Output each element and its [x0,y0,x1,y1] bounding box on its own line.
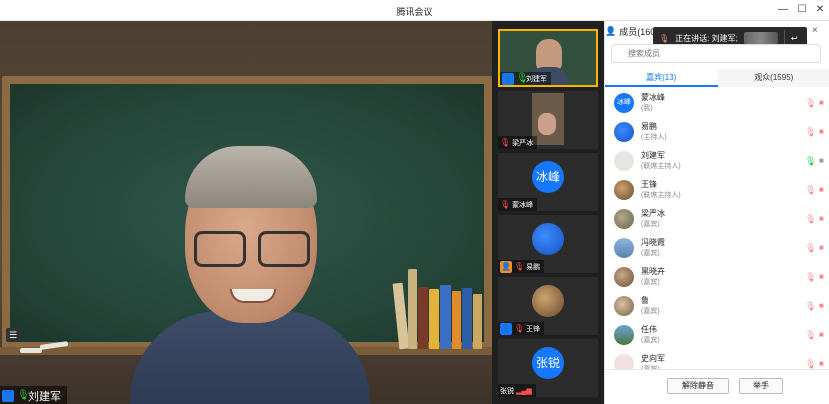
camera-icon[interactable]: ■ [819,156,824,165]
user-icon: 👤 [2,390,14,402]
thumbnail-name: 刘建军 [526,75,547,83]
unmute-all-button[interactable]: 解除静音 [667,378,729,394]
camera-off-icon[interactable]: ■ [819,214,824,223]
speaker-figure [130,141,370,404]
mic-muted-icon: 🎙 [500,200,511,209]
tab-guests[interactable]: 嘉宾(13) [605,69,718,87]
member-tabs: 嘉宾(13) 观众(1595) [605,69,829,87]
speaker-name: 刘建军 [28,391,61,403]
member-row[interactable]: 黑晓卉 (嘉宾) 🎙 ■ [605,263,829,292]
avatar [614,180,634,200]
mic-muted-icon[interactable]: 🎙 [805,243,816,254]
speaker-mic-icon: 🎙 [659,33,670,43]
camera-off-icon[interactable]: ■ [819,243,824,252]
mic-muted-icon[interactable]: 🎙 [805,330,816,341]
mic-muted-icon[interactable]: 🎙 [805,214,816,225]
window-title: 腾讯会议 [396,7,433,17]
title-bar: 腾讯会议 — ☐ ✕ [0,0,829,21]
mic-muted-icon: 🎙 [514,262,525,271]
panel-close-button[interactable]: × [812,25,818,36]
avatar: 冰峰 [532,161,564,193]
member-row[interactable]: 王锋 (联席主持人) 🎙 ■ [605,176,829,205]
user-icon: 👤 [502,72,514,85]
mic-muted-icon: 🎙 [514,324,525,333]
avatar: 张锐 [532,347,564,379]
member-row[interactable]: 冯晓霞 (嘉宾) 🎙 ■ [605,234,829,263]
avatar [614,238,634,258]
mic-muted-icon[interactable]: 🎙 [805,301,816,312]
search-input[interactable] [611,44,821,63]
thumbnail-tile[interactable]: 张锐 张锐 ▂▄▆ [498,339,598,397]
camera-off-icon[interactable]: ■ [819,359,824,368]
thumbnail-name: 梁严冰 [512,139,534,147]
mic-muted-icon[interactable]: 🎙 [805,127,816,138]
camera-off-icon[interactable]: ■ [819,272,824,281]
tab-audience[interactable]: 观众(1595) [718,69,829,87]
member-row[interactable]: 刘建军 (联席主持人) 🎙 ■ [605,147,829,176]
chalk [20,348,42,353]
thumbnail-tile[interactable]: 👤 🎙 刘建军 [498,29,598,87]
maximize-button[interactable]: ☐ [795,3,809,17]
member-panel: 👤 成员(1608 🎙 正在讲话: 刘建军; ↩ × 🔍 嘉宾(13) 观众(1… [604,21,829,404]
avatar [614,325,634,345]
mic-muted-icon[interactable]: 🎙 [805,98,816,109]
thumbnail-tile[interactable]: 🎙 梁严冰 [498,91,598,149]
camera-off-icon[interactable]: ■ [819,98,824,107]
main-video[interactable]: ☰ 👤 🎙 刘建军 [0,21,492,404]
member-row[interactable]: 任伟 (嘉宾) 🎙 ■ [605,321,829,350]
avatar [614,122,634,142]
mic-muted-icon: 🎙 [500,138,511,147]
avatar: 冰峰 [614,93,634,113]
speaker-label: 👤 🎙 刘建军 [0,386,67,404]
signal-icon: ▂▄▆ [516,387,532,395]
video-thumbnails: 👤 🎙 刘建军 🎙 梁严冰 冰峰 🎙 蒙冰峰 👤 🎙 易鹏 👤 🎙 王锋 张锐 … [492,21,604,404]
camera-off-icon[interactable]: ■ [819,301,824,310]
mic-icon: 🎙 [516,72,529,84]
member-row[interactable]: 鲁 (嘉宾) 🎙 ■ [605,292,829,321]
member-row[interactable]: 梁严冰 (嘉宾) 🎙 ■ [605,205,829,234]
thumbnail-name: 张锐 [500,387,514,395]
minimize-button[interactable]: — [776,3,790,17]
thumbnail-name: 王锋 [526,325,541,333]
panel-actions: 解除静音 举手 [605,369,829,404]
avatar [614,151,634,171]
close-button[interactable]: ✕ [813,3,827,17]
members-icon: 👤 [605,26,617,36]
thumbnail-tile[interactable]: 冰峰 🎙 蒙冰峰 [498,153,598,211]
panel-title: 👤 成员(1608 [605,26,661,37]
member-row[interactable]: 易鹏 (主持人) 🎙 ■ [605,118,829,147]
mic-muted-icon[interactable]: 🎙 [805,185,816,196]
mic-active-icon[interactable]: 🎙 [805,156,816,167]
books [392,267,486,350]
avatar [614,296,634,316]
thumbnail-tile[interactable]: 👤 🎙 王锋 [498,277,598,335]
member-list: 冰峰 蒙冰峰 (我) 🎙 ■ 易鹏 (主持人) 🎙 ■ 刘建军 (联席主持人) … [605,89,829,379]
collapse-icon[interactable]: ↩ [791,34,798,43]
camera-off-icon[interactable]: ■ [819,330,824,339]
user-icon: 👤 [500,260,512,273]
member-row[interactable]: 冰峰 蒙冰峰 (我) 🎙 ■ [605,89,829,118]
thumbnail-name: 易鹏 [526,263,541,271]
camera-off-icon[interactable]: ■ [819,127,824,136]
mic-icon: 🎙 [17,390,30,401]
list-icon[interactable]: ☰ [6,328,20,342]
mic-muted-icon[interactable]: 🎙 [805,272,816,283]
avatar [532,223,564,255]
avatar [532,285,564,317]
avatar [614,267,634,287]
camera-off-icon[interactable]: ■ [819,185,824,194]
thumbnail-name: 蒙冰峰 [512,201,534,209]
raise-hand-button[interactable]: 举手 [739,378,783,394]
avatar [614,209,634,229]
user-icon: 👤 [500,322,512,335]
thumbnail-tile[interactable]: 👤 🎙 易鹏 [498,215,598,273]
